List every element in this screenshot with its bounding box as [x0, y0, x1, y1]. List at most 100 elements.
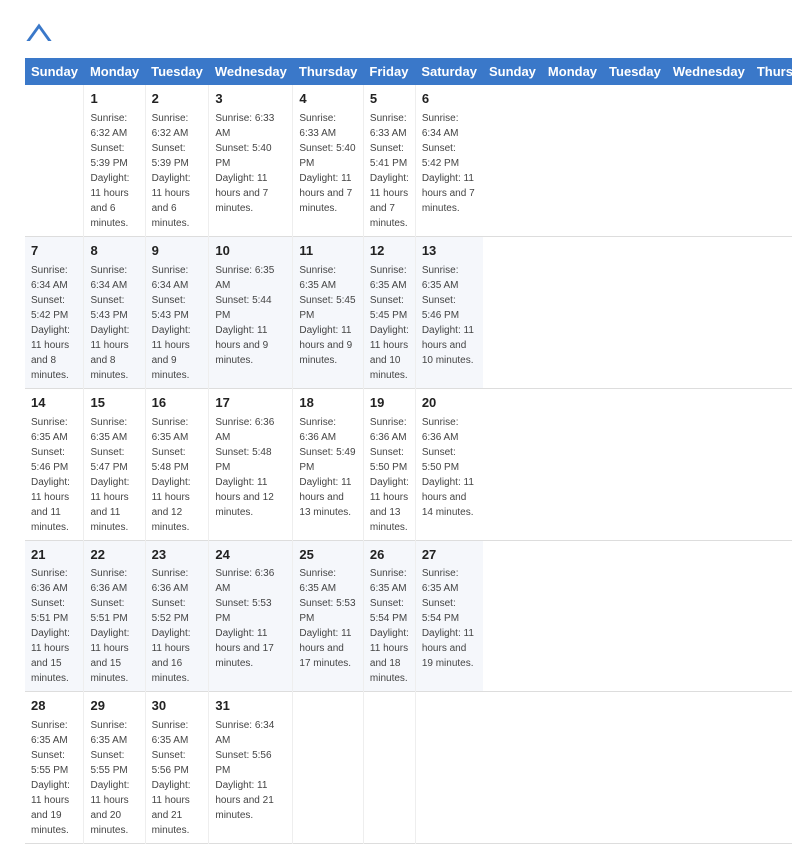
calendar-cell: 11 Sunrise: 6:35 AMSunset: 5:45 PMDayligh…	[293, 236, 364, 388]
cell-info: Sunrise: 6:33 AMSunset: 5:41 PMDaylight:…	[370, 111, 409, 231]
cell-info: Sunrise: 6:34 AMSunset: 5:43 PMDaylight:…	[152, 263, 203, 383]
cell-info: Sunrise: 6:34 AMSunset: 5:43 PMDaylight:…	[90, 263, 138, 383]
cell-info: Sunrise: 6:36 AMSunset: 5:51 PMDaylight:…	[90, 566, 138, 686]
calendar-cell: 5 Sunrise: 6:33 AMSunset: 5:41 PMDaylight…	[363, 85, 415, 236]
col-header-wednesday: Wednesday	[209, 58, 293, 85]
day-number: 5	[370, 90, 409, 109]
cell-info: Sunrise: 6:34 AMSunset: 5:42 PMDaylight:…	[31, 263, 77, 383]
cell-info: Sunrise: 6:35 AMSunset: 5:53 PMDaylight:…	[299, 566, 357, 671]
week-row-2: 7 Sunrise: 6:34 AMSunset: 5:42 PMDaylight…	[25, 236, 792, 388]
day-number: 1	[90, 90, 138, 109]
col-header-monday: Monday	[542, 58, 603, 85]
day-number: 19	[370, 394, 409, 413]
calendar-header-row: SundayMondayTuesdayWednesdayThursdayFrid…	[25, 58, 792, 85]
cell-info: Sunrise: 6:35 AMSunset: 5:55 PMDaylight:…	[90, 718, 138, 838]
day-number: 23	[152, 546, 203, 565]
week-row-1: 1 Sunrise: 6:32 AMSunset: 5:39 PMDaylight…	[25, 85, 792, 236]
calendar-cell: 29 Sunrise: 6:35 AMSunset: 5:55 PMDayligh…	[84, 692, 145, 844]
day-number: 6	[422, 90, 477, 109]
col-header-tuesday: Tuesday	[145, 58, 209, 85]
day-number: 2	[152, 90, 203, 109]
calendar-cell	[25, 85, 84, 236]
cell-info: Sunrise: 6:35 AMSunset: 5:45 PMDaylight:…	[370, 263, 409, 383]
page-header	[25, 20, 767, 48]
day-number: 27	[422, 546, 477, 565]
day-number: 8	[90, 242, 138, 261]
calendar-cell: 21Sunrise: 6:36 AMSunset: 5:51 PMDayligh…	[25, 540, 84, 692]
cell-info: Sunrise: 6:35 AMSunset: 5:48 PMDaylight:…	[152, 415, 203, 535]
day-number: 29	[90, 697, 138, 716]
calendar-cell	[415, 692, 483, 844]
calendar-cell: 18 Sunrise: 6:36 AMSunset: 5:49 PMDayligh…	[293, 388, 364, 540]
day-number: 22	[90, 546, 138, 565]
col-header-tuesday: Tuesday	[603, 58, 667, 85]
cell-info: Sunrise: 6:34 AMSunset: 5:56 PMDaylight:…	[215, 718, 286, 823]
cell-info: Sunrise: 6:34 AMSunset: 5:42 PMDaylight:…	[422, 111, 477, 216]
calendar-cell: 9Sunrise: 6:34 AMSunset: 5:43 PMDaylight…	[145, 236, 209, 388]
cell-info: Sunrise: 6:36 AMSunset: 5:48 PMDaylight:…	[215, 415, 286, 520]
day-number: 11	[299, 242, 357, 261]
cell-info: Sunrise: 6:36 AMSunset: 5:50 PMDaylight:…	[422, 415, 477, 520]
day-number: 21	[31, 546, 77, 565]
cell-info: Sunrise: 6:35 AMSunset: 5:56 PMDaylight:…	[152, 718, 203, 838]
calendar-cell: 10Sunrise: 6:35 AMSunset: 5:44 PMDayligh…	[209, 236, 293, 388]
cell-info: Sunrise: 6:35 AMSunset: 5:54 PMDaylight:…	[422, 566, 477, 671]
day-number: 14	[31, 394, 77, 413]
calendar-cell: 17Sunrise: 6:36 AMSunset: 5:48 PMDayligh…	[209, 388, 293, 540]
cell-info: Sunrise: 6:36 AMSunset: 5:52 PMDaylight:…	[152, 566, 203, 686]
week-row-3: 14 Sunrise: 6:35 AMSunset: 5:46 PMDayligh…	[25, 388, 792, 540]
col-header-thursday: Thursday	[293, 58, 364, 85]
col-header-sunday: Sunday	[25, 58, 84, 85]
calendar-table: SundayMondayTuesdayWednesdayThursdayFrid…	[25, 58, 792, 844]
calendar-cell: 2 Sunrise: 6:32 AMSunset: 5:39 PMDaylight…	[145, 85, 209, 236]
col-header-wednesday: Wednesday	[667, 58, 751, 85]
calendar-cell	[363, 692, 415, 844]
day-number: 12	[370, 242, 409, 261]
cell-info: Sunrise: 6:32 AMSunset: 5:39 PMDaylight:…	[90, 111, 138, 231]
col-header-thursday: Thursday	[751, 58, 792, 85]
logo	[25, 20, 57, 48]
week-row-4: 21Sunrise: 6:36 AMSunset: 5:51 PMDayligh…	[25, 540, 792, 692]
cell-info: Sunrise: 6:32 AMSunset: 5:39 PMDaylight:…	[152, 111, 203, 231]
cell-info: Sunrise: 6:35 AMSunset: 5:45 PMDaylight:…	[299, 263, 357, 368]
cell-info: Sunrise: 6:35 AMSunset: 5:46 PMDaylight:…	[422, 263, 477, 368]
col-header-monday: Monday	[84, 58, 145, 85]
cell-info: Sunrise: 6:36 AMSunset: 5:50 PMDaylight:…	[370, 415, 409, 535]
calendar-cell: 26Sunrise: 6:35 AMSunset: 5:54 PMDayligh…	[363, 540, 415, 692]
calendar-cell: 1 Sunrise: 6:32 AMSunset: 5:39 PMDaylight…	[84, 85, 145, 236]
calendar-cell: 3Sunrise: 6:33 AMSunset: 5:40 PMDaylight…	[209, 85, 293, 236]
calendar-cell: 7 Sunrise: 6:34 AMSunset: 5:42 PMDaylight…	[25, 236, 84, 388]
cell-info: Sunrise: 6:36 AMSunset: 5:49 PMDaylight:…	[299, 415, 357, 520]
day-number: 28	[31, 697, 77, 716]
col-header-friday: Friday	[363, 58, 415, 85]
calendar-cell: 24Sunrise: 6:36 AMSunset: 5:53 PMDayligh…	[209, 540, 293, 692]
day-number: 7	[31, 242, 77, 261]
cell-info: Sunrise: 6:35 AMSunset: 5:47 PMDaylight:…	[90, 415, 138, 535]
week-row-5: 28 Sunrise: 6:35 AMSunset: 5:55 PMDayligh…	[25, 692, 792, 844]
cell-info: Sunrise: 6:35 AMSunset: 5:55 PMDaylight:…	[31, 718, 77, 838]
day-number: 13	[422, 242, 477, 261]
calendar-cell: 23Sunrise: 6:36 AMSunset: 5:52 PMDayligh…	[145, 540, 209, 692]
day-number: 18	[299, 394, 357, 413]
col-header-sunday: Sunday	[483, 58, 542, 85]
calendar-cell: 14 Sunrise: 6:35 AMSunset: 5:46 PMDayligh…	[25, 388, 84, 540]
calendar-cell: 6 Sunrise: 6:34 AMSunset: 5:42 PMDaylight…	[415, 85, 483, 236]
cell-info: Sunrise: 6:35 AMSunset: 5:46 PMDaylight:…	[31, 415, 77, 535]
day-number: 4	[299, 90, 357, 109]
day-number: 25	[299, 546, 357, 565]
day-number: 3	[215, 90, 286, 109]
day-number: 15	[90, 394, 138, 413]
calendar-cell: 16Sunrise: 6:35 AMSunset: 5:48 PMDayligh…	[145, 388, 209, 540]
calendar-cell: 30 Sunrise: 6:35 AMSunset: 5:56 PMDayligh…	[145, 692, 209, 844]
day-number: 30	[152, 697, 203, 716]
calendar-cell: 27Sunrise: 6:35 AMSunset: 5:54 PMDayligh…	[415, 540, 483, 692]
day-number: 24	[215, 546, 286, 565]
day-number: 10	[215, 242, 286, 261]
day-number: 31	[215, 697, 286, 716]
cell-info: Sunrise: 6:36 AMSunset: 5:53 PMDaylight:…	[215, 566, 286, 671]
calendar-cell: 19 Sunrise: 6:36 AMSunset: 5:50 PMDayligh…	[363, 388, 415, 540]
cell-info: Sunrise: 6:36 AMSunset: 5:51 PMDaylight:…	[31, 566, 77, 686]
day-number: 26	[370, 546, 409, 565]
day-number: 20	[422, 394, 477, 413]
calendar-cell: 25Sunrise: 6:35 AMSunset: 5:53 PMDayligh…	[293, 540, 364, 692]
